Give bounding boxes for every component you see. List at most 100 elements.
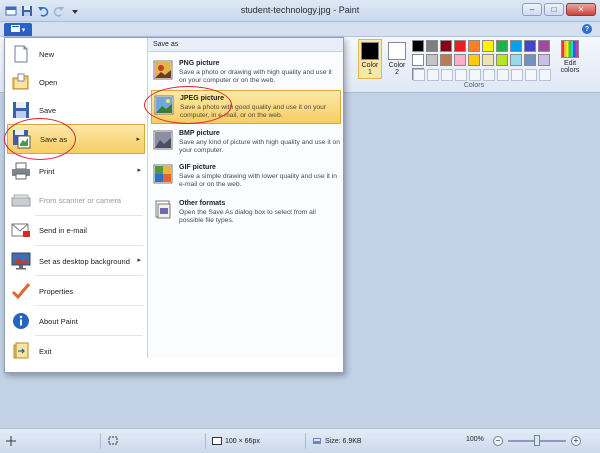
custom-color-slot[interactable]	[539, 69, 551, 81]
palette-color-swatch[interactable]	[412, 40, 424, 52]
cursor-position-icon	[6, 436, 16, 446]
file-size: Size: 6.9KB	[312, 436, 362, 446]
minimize-button[interactable]: –	[522, 3, 542, 16]
open-folder-icon	[11, 72, 31, 92]
status-separator	[205, 433, 206, 449]
save-option-png[interactable]: PNG picture Save a photo or drawing with…	[151, 56, 341, 88]
palette-color-swatch[interactable]	[538, 40, 550, 52]
color1-label: Color 1	[361, 62, 379, 76]
selection-size-icon	[108, 436, 119, 446]
palette-color-swatch[interactable]	[426, 40, 438, 52]
custom-color-slot[interactable]	[441, 69, 453, 81]
menu-item-exit[interactable]: Exit	[7, 336, 145, 366]
custom-color-slot[interactable]	[469, 69, 481, 81]
palette-color-swatch[interactable]	[510, 40, 522, 52]
palette-color-swatch[interactable]	[496, 40, 508, 52]
menu-item-label: Open	[39, 77, 58, 87]
window-controls: – □ ✕	[522, 3, 596, 16]
save-option-title: PNG picture	[179, 60, 220, 67]
file-menu-button[interactable]: ▾	[4, 23, 32, 36]
image-dimensions-text: 100 × 66px	[225, 437, 260, 445]
color2-button[interactable]: Color 2	[385, 39, 409, 79]
color2-label: Color 2	[388, 62, 406, 76]
menu-item-open[interactable]: Open	[7, 68, 145, 96]
close-button[interactable]: ✕	[566, 3, 596, 16]
zoom-slider-thumb[interactable]	[534, 435, 540, 446]
edit-colors-button[interactable]: Edit colors	[555, 39, 585, 81]
menu-item-label: Save as	[40, 134, 68, 144]
title-bar: student-technology.jpg - Paint – □ ✕	[0, 0, 600, 22]
window-title: student-technology.jpg - Paint	[240, 5, 360, 15]
png-picture-icon	[153, 60, 173, 80]
save-option-other-formats[interactable]: Other formats Open the Save As dialog bo…	[151, 196, 341, 228]
maximize-button[interactable]: □	[544, 3, 564, 16]
menu-item-label: From scanner or camera	[39, 195, 122, 205]
menu-item-set-desktop-background[interactable]: Set as desktop background ▸	[7, 246, 145, 276]
menu-item-label: Set as desktop background	[39, 256, 130, 266]
menu-item-label: Print	[39, 166, 55, 176]
help-icon[interactable]: ?	[582, 24, 592, 34]
submenu-arrow-icon: ▸	[136, 136, 140, 143]
palette-color-swatch[interactable]	[496, 54, 508, 66]
custom-color-slot[interactable]	[427, 69, 439, 81]
palette-color-swatch[interactable]	[482, 40, 494, 52]
custom-color-slots	[412, 68, 551, 81]
color1-button[interactable]: Color 1	[358, 39, 382, 79]
checkmark-icon	[11, 281, 31, 301]
menu-item-send-email[interactable]: Send in e-mail	[7, 216, 145, 244]
file-size-icon	[313, 438, 321, 444]
custom-color-slot[interactable]	[413, 69, 425, 81]
save-option-title: GIF picture	[179, 164, 216, 171]
custom-color-slot[interactable]	[525, 69, 537, 81]
jpeg-picture-icon	[154, 95, 174, 115]
custom-color-slot[interactable]	[511, 69, 523, 81]
edit-colors-icon	[561, 40, 579, 58]
palette-color-swatch[interactable]	[426, 54, 438, 66]
save-option-bmp[interactable]: BMP picture Save any kind of picture wit…	[151, 126, 341, 158]
file-menu-chevron-icon: ▾	[21, 26, 26, 34]
file-menu: New Open Save Save as ▸ Print ▸ From sca…	[4, 37, 344, 373]
bmp-picture-icon	[153, 130, 173, 150]
custom-color-slot[interactable]	[497, 69, 509, 81]
other-formats-icon	[153, 200, 173, 220]
save-option-description: Save a simple drawing with lower quality…	[179, 173, 337, 188]
status-bar: 100 × 66px Size: 6.9KB 100% − +	[0, 428, 600, 453]
palette-color-swatch[interactable]	[454, 54, 466, 66]
color2-swatch	[388, 42, 406, 60]
zoom-in-button[interactable]: +	[571, 436, 581, 446]
submenu-arrow-icon: ▸	[137, 257, 141, 264]
palette-color-swatch[interactable]	[538, 54, 550, 66]
palette-color-swatch[interactable]	[412, 54, 424, 66]
save-as-submenu: Save as PNG picture Save a photo or draw…	[147, 38, 343, 358]
menu-item-about-paint[interactable]: About Paint	[7, 306, 145, 336]
menu-item-properties[interactable]: Properties	[7, 276, 145, 306]
menu-item-save-as[interactable]: Save as ▸	[7, 124, 145, 154]
save-option-title: Other formats	[179, 200, 226, 207]
menu-item-new[interactable]: New	[7, 40, 145, 68]
palette-color-swatch[interactable]	[440, 40, 452, 52]
save-option-description: Save a photo or drawing with high qualit…	[179, 69, 332, 84]
palette-color-swatch[interactable]	[468, 54, 480, 66]
palette-color-swatch[interactable]	[454, 40, 466, 52]
save-option-gif[interactable]: GIF picture Save a simple drawing with l…	[151, 160, 341, 194]
file-menu-icon	[10, 25, 20, 34]
palette-color-swatch[interactable]	[524, 40, 536, 52]
save-option-jpeg[interactable]: JPEG picture Save a photo with good qual…	[151, 90, 341, 124]
file-menu-commands: New Open Save Save as ▸ Print ▸ From sca…	[5, 38, 147, 372]
custom-color-slot[interactable]	[455, 69, 467, 81]
submenu-arrow-icon: ▸	[137, 167, 141, 174]
zoom-out-button[interactable]: −	[493, 436, 503, 446]
custom-color-slot[interactable]	[483, 69, 495, 81]
colors-group-label: Colors	[463, 82, 485, 89]
save-option-description: Save any kind of picture with high quali…	[179, 139, 340, 154]
palette-color-swatch[interactable]	[482, 54, 494, 66]
menu-item-from-scanner: From scanner or camera	[7, 186, 145, 214]
palette-color-swatch[interactable]	[468, 40, 480, 52]
menu-item-save[interactable]: Save	[7, 96, 145, 124]
palette-color-swatch[interactable]	[440, 54, 452, 66]
menu-item-print[interactable]: Print ▸	[7, 156, 145, 186]
palette-color-swatch[interactable]	[510, 54, 522, 66]
palette-color-swatch[interactable]	[524, 54, 536, 66]
menu-item-label: Send in e-mail	[39, 225, 87, 235]
image-dimensions-icon	[212, 437, 222, 445]
